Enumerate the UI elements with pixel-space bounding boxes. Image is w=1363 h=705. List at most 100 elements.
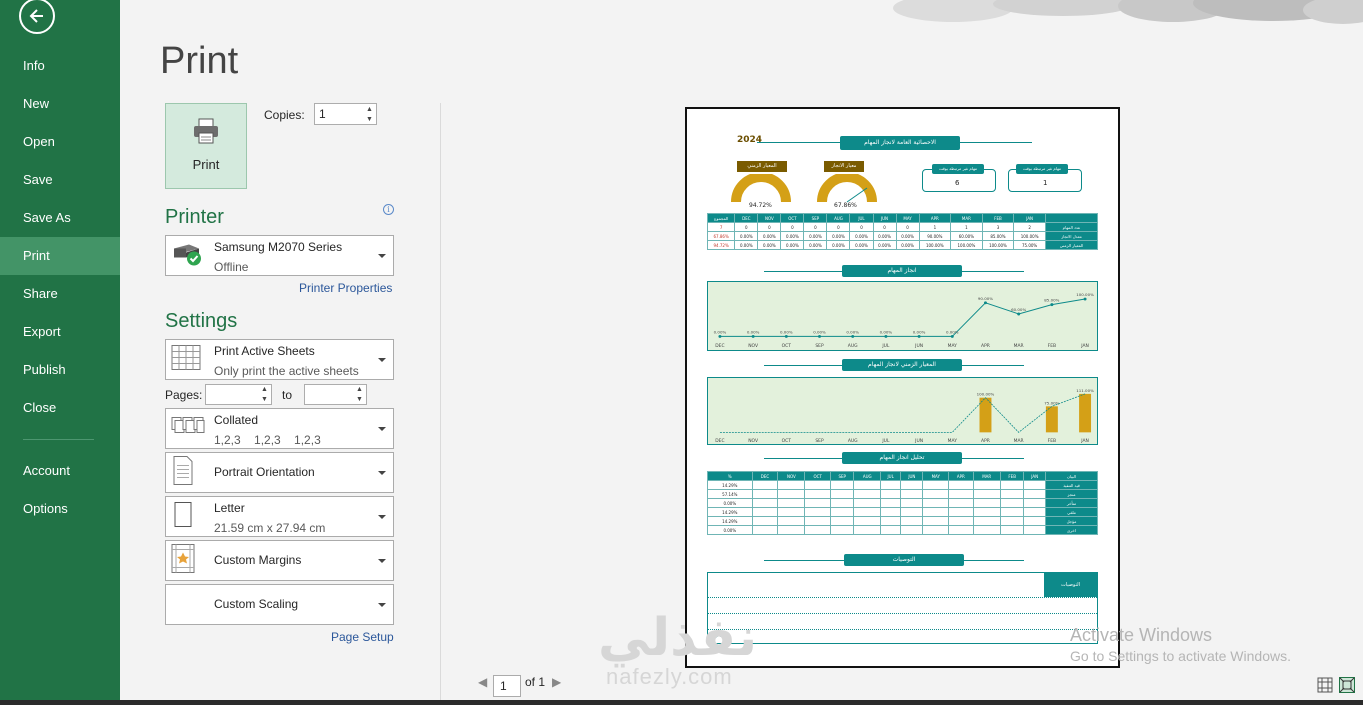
- printer-icon: [192, 118, 220, 149]
- page-setup-link[interactable]: Page Setup: [331, 630, 394, 644]
- chevron-down-icon: [378, 426, 386, 431]
- printer-dropdown[interactable]: Samsung M2070 Series Offline: [165, 235, 394, 276]
- page-number-input[interactable]: 1: [493, 675, 521, 697]
- gauge1-label: المعيار الزمني: [737, 161, 787, 172]
- gauge2-label: معيار الانجاز: [824, 161, 864, 172]
- table-cell: [777, 498, 806, 508]
- scaling-dropdown[interactable]: Custom Scaling: [165, 584, 394, 625]
- portrait-page-icon: [171, 455, 195, 490]
- table-cell: [804, 525, 832, 535]
- nav-options[interactable]: Options: [0, 490, 120, 528]
- table-cell: 0.00%: [803, 240, 828, 250]
- print-button[interactable]: Print: [165, 103, 247, 189]
- next-page-icon[interactable]: ▶: [552, 675, 561, 689]
- activation-line2: Go to Settings to activate Windows.: [1070, 648, 1291, 664]
- nav-save-as[interactable]: Save As: [0, 199, 120, 237]
- kpi2-label: مهام غير مرتبطة بوقت: [1016, 164, 1068, 174]
- pages-from-arrows[interactable]: ▲ ▼: [258, 385, 271, 404]
- nav-open[interactable]: Open: [0, 123, 120, 161]
- table-cell: [922, 516, 950, 526]
- row-label-cell: عدد المهام: [1045, 222, 1098, 232]
- section4-title: تحليل انجاز المهام: [842, 452, 962, 464]
- data-label: 0.00%: [880, 330, 893, 335]
- table-cell: [880, 507, 902, 517]
- table-cell: 0.00%: [780, 240, 805, 250]
- table-row: 14.29% ملغي: [707, 507, 1098, 517]
- gauge1-chart: [731, 174, 791, 203]
- month-header-cell: DEC: [751, 471, 779, 481]
- table-cell: [999, 498, 1025, 508]
- back-button[interactable]: [19, 0, 55, 34]
- pages-to-input[interactable]: ▲ ▼: [304, 384, 367, 405]
- info-icon[interactable]: i: [383, 204, 394, 215]
- row-label-cell: معدل الانجاز: [1045, 231, 1098, 241]
- paper-size-dropdown[interactable]: Letter 21.59 cm x 27.94 cm: [165, 496, 394, 537]
- collation-desc: 1,2,3 1,2,3 1,2,3: [214, 433, 321, 447]
- printer-properties-link[interactable]: Printer Properties: [299, 281, 392, 295]
- table-row: 7 0 0 0 0 0 0 0 0 1 1 3 2 عدد المهام: [706, 222, 1098, 232]
- table-cell: [777, 507, 806, 517]
- month-header-cell: NOV: [757, 213, 782, 223]
- rec-line: [708, 613, 1097, 614]
- recommendations-box: التوصيات التوقيع: [707, 572, 1098, 644]
- table-cell: 0.00%: [872, 240, 897, 250]
- line-point: [950, 334, 954, 338]
- table-cell: [999, 507, 1025, 517]
- table-cell: [880, 489, 902, 499]
- bar: [1045, 406, 1058, 433]
- table-cell: [972, 507, 1001, 517]
- rec-line: [708, 629, 1097, 630]
- summary-table: المجموع DEC NOV OCT SEP AUG JUL JUN MAY APR MAR FEB…: [706, 213, 1098, 250]
- copies-stepper-arrows[interactable]: ▲ ▼: [363, 104, 376, 124]
- print-what-dropdown[interactable]: Print Active Sheets Only print the activ…: [165, 339, 394, 380]
- line-point: [784, 334, 788, 338]
- nav-info[interactable]: Info: [0, 47, 120, 85]
- zoom-to-page-icon[interactable]: [1339, 677, 1355, 693]
- table-cell: 0.00%: [849, 240, 874, 250]
- table-cell: [751, 489, 779, 499]
- margins-dropdown[interactable]: Custom Margins: [165, 540, 394, 581]
- row-label-cell: ملغي: [1045, 507, 1098, 517]
- x-tick-label: JUL: [881, 343, 890, 349]
- nav-publish[interactable]: Publish: [0, 351, 120, 389]
- collation-label: Collated: [214, 413, 259, 427]
- watermark-arabic: نفذلي: [598, 608, 758, 668]
- nav-new[interactable]: New: [0, 85, 120, 123]
- settings-heading: Settings: [165, 310, 238, 332]
- month-header-cell: FEB: [981, 213, 1015, 223]
- printer-ready-icon: [171, 240, 203, 271]
- data-label: 0.00%: [946, 330, 959, 335]
- table-cell: [853, 480, 882, 490]
- x-tick-label: APR: [981, 438, 990, 444]
- row-total-cell: 7: [706, 222, 736, 232]
- nav-save[interactable]: Save: [0, 161, 120, 199]
- table-cell: [880, 498, 902, 508]
- paper-size-label: Letter: [214, 501, 245, 515]
- copies-stepper[interactable]: 1 ▲ ▼: [314, 103, 377, 125]
- table-cell: [804, 507, 832, 517]
- pages-from-input[interactable]: ▲ ▼: [205, 384, 272, 405]
- nav-export[interactable]: Export: [0, 313, 120, 351]
- nav-close[interactable]: Close: [0, 389, 120, 427]
- month-header-cell: JUN: [900, 471, 924, 481]
- kpi1-value: 6: [955, 179, 960, 187]
- month-header-cell: JUN: [872, 213, 897, 223]
- gauge1-value: 94.72%: [749, 202, 772, 209]
- pages-to-arrows[interactable]: ▲ ▼: [353, 385, 366, 404]
- collation-dropdown[interactable]: Collated 1,2,3 1,2,3 1,2,3: [165, 408, 394, 449]
- line-point: [983, 301, 987, 305]
- gauge2-value: 67.86%: [834, 202, 857, 209]
- pane-divider: [440, 103, 441, 700]
- print-button-label: Print: [192, 157, 220, 172]
- nav-share[interactable]: Share: [0, 275, 120, 313]
- table-cell: 0.00%: [895, 231, 920, 241]
- prev-page-icon[interactable]: ◀: [478, 675, 487, 689]
- line-chart-box: 0.00% DEC 0.00% NOV 0.00% OCT 0.00% SEP 0.00% AUG…: [707, 281, 1098, 351]
- orientation-dropdown[interactable]: Portrait Orientation: [165, 452, 394, 493]
- table-cell: [948, 480, 974, 490]
- data-label: 100.00%: [977, 392, 995, 397]
- nav-account[interactable]: Account: [0, 452, 120, 490]
- month-header-cell: JUL: [849, 213, 874, 223]
- show-margins-icon[interactable]: [1317, 677, 1333, 693]
- nav-print[interactable]: Print: [0, 237, 120, 275]
